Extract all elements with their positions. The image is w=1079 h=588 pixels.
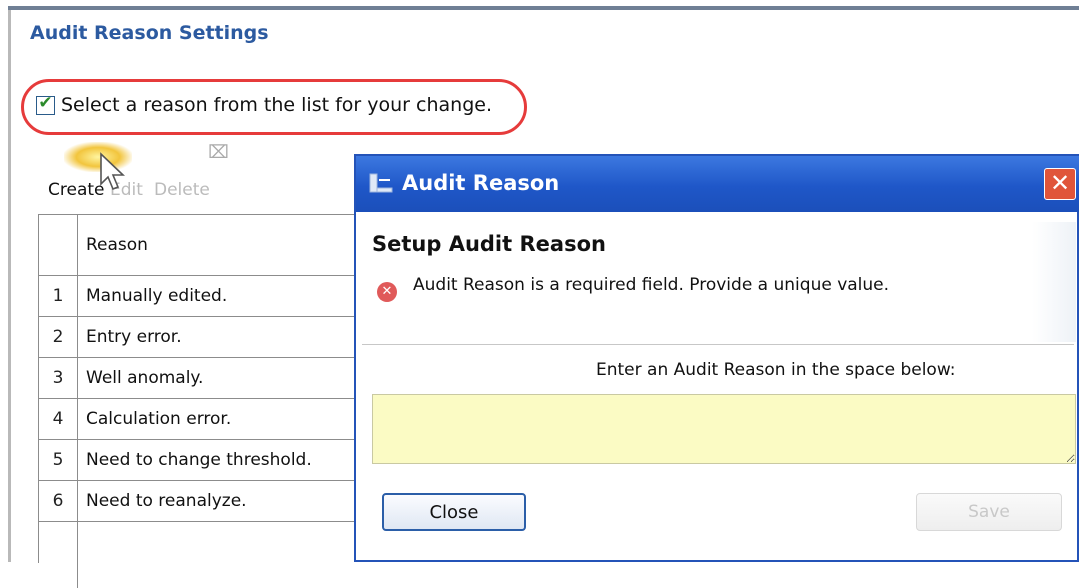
top-border [8,6,1079,10]
reason-cell: Entry error. [86,327,182,347]
table-row[interactable]: 4 Calculation error. [39,399,369,440]
reason-required-checkbox[interactable]: ✔ [36,92,55,115]
check-icon: ✔ [38,92,53,113]
reason-table: Reason 1 Manually edited. 2 Entry error.… [38,214,369,588]
reason-cell: Manually edited. [86,286,228,306]
dialog-title: Audit Reason [402,171,560,195]
reason-empty [78,522,369,588]
reason-cell: Need to reanalyze. [86,491,247,511]
row-number-header [39,215,78,275]
save-button[interactable]: Save [916,493,1062,531]
reason-cell: Need to change threshold. [86,450,312,470]
delete-icon: ⌧ [208,142,229,163]
app-icon [368,170,394,200]
table-row[interactable]: 6 Need to reanalyze. [39,481,369,522]
row-number: 3 [39,358,78,398]
error-icon: ✕ [377,282,397,302]
reason-column-header: Reason [86,235,148,255]
reason-cell: Well anomaly. [86,368,204,388]
audit-reason-input[interactable] [372,394,1076,464]
validation-error-message: Audit Reason is a required field. Provid… [413,275,890,295]
audit-reason-dialog: Audit Reason ✕ Setup Audit Reason ✕ Audi… [354,154,1079,562]
reason-cell: Calculation error. [86,409,232,429]
close-button[interactable]: Close [382,493,526,531]
row-number: 5 [39,440,78,480]
row-number: 2 [39,317,78,357]
row-number-empty [39,522,78,588]
panel-title: Audit Reason Settings [30,22,269,44]
row-number: 4 [39,399,78,439]
reason-toolbar: ⌧ Create Edit Delete [46,138,286,208]
reason-checkbox-row[interactable]: ✔ Select a reason from the list for your… [36,92,492,116]
row-number: 1 [39,276,78,316]
left-border [8,10,11,562]
create-button[interactable]: Create [48,180,105,200]
table-row[interactable]: 1 Manually edited. [39,276,369,317]
row-number: 6 [39,481,78,521]
input-prompt: Enter an Audit Reason in the space below… [596,360,956,380]
mouse-cursor-icon [98,152,128,196]
delete-button: Delete [154,180,210,200]
close-icon[interactable]: ✕ [1044,168,1076,200]
table-empty-area [39,522,369,588]
table-header-row: Reason [39,215,369,276]
dialog-heading: Setup Audit Reason [372,232,606,256]
table-row[interactable]: 2 Entry error. [39,317,369,358]
table-row[interactable]: 3 Well anomaly. [39,358,369,399]
dialog-titlebar[interactable]: Audit Reason ✕ [356,156,1079,212]
checkbox-label: Select a reason from the list for your c… [61,94,492,116]
dialog-divider [362,344,1074,345]
side-shade [1032,222,1076,342]
table-row[interactable]: 5 Need to change threshold. [39,440,369,481]
